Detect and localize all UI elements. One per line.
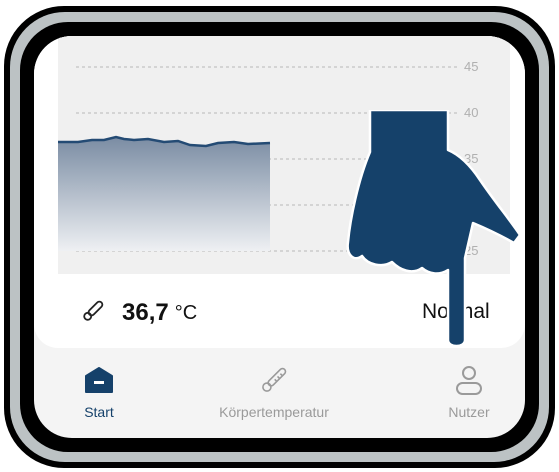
temperature-area <box>58 137 270 251</box>
temperature-unit: °C <box>174 301 198 324</box>
nav-label-nutzer: Nutzer <box>448 404 490 420</box>
nav-label-koerpertemperatur: Körpertemperatur <box>219 404 329 420</box>
nav-item-nutzer[interactable]: Nutzer <box>394 362 525 420</box>
nav-item-koerpertemperatur[interactable]: Körpertemperatur <box>199 362 349 420</box>
bottom-navigation: Start Körpertemperatur Nutzer <box>34 354 525 438</box>
nav-item-start[interactable]: Start <box>34 362 174 420</box>
thermometer-icon <box>199 362 349 398</box>
current-reading: 36,7 °C <box>80 298 197 328</box>
thermometer-icon <box>80 298 106 329</box>
home-icon <box>34 362 174 398</box>
temperature-value: 36,7 <box>122 299 169 326</box>
device-screenshot: 45 40 35 30 25 <box>0 0 559 472</box>
nav-label-start: Start <box>84 404 114 420</box>
y-tick-45: 45 <box>464 59 478 74</box>
user-icon <box>394 362 525 398</box>
pointing-hand-icon <box>340 108 530 355</box>
